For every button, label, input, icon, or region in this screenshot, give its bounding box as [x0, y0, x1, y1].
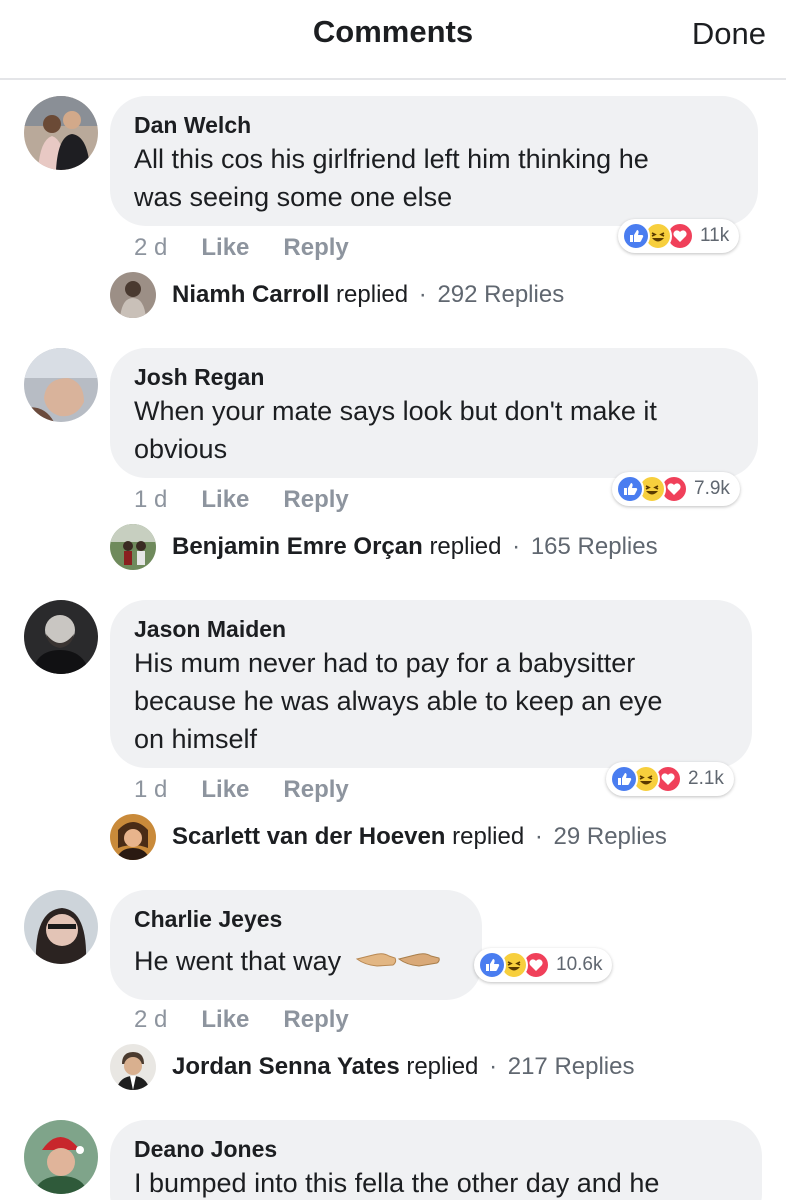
- comment-timestamp: 1 d: [134, 486, 168, 513]
- comment-bubble: Dan Welch All this cos his girlfriend le…: [110, 96, 758, 226]
- replies-count[interactable]: 29 Replies: [554, 823, 667, 850]
- comment-timestamp: 1 d: [134, 776, 168, 803]
- reply-author[interactable]: Scarlett van der Hoeven: [172, 823, 445, 850]
- thumbs-up-icon: [610, 765, 638, 793]
- avatar[interactable]: [24, 348, 98, 422]
- replies-summary: Jordan Senna Yates replied · 217 Replies: [172, 1053, 634, 1081]
- reply-verb: replied: [336, 281, 409, 308]
- replies-summary: Niamh Carroll replied · 292 Replies: [172, 281, 564, 309]
- reply-author[interactable]: Niamh Carroll: [172, 281, 329, 308]
- replies-count[interactable]: 165 Replies: [531, 533, 658, 560]
- comment-text: He went that way: [134, 942, 458, 982]
- reply-author[interactable]: Benjamin Emre Orçan: [172, 533, 423, 560]
- replies-preview[interactable]: Jordan Senna Yates replied · 217 Replies: [110, 1044, 634, 1090]
- comment-text: All this cos his girlfriend left him thi…: [134, 144, 649, 174]
- reply-verb: replied: [406, 1053, 479, 1080]
- thumbs-up-icon: [478, 951, 506, 979]
- avatar: [110, 272, 156, 318]
- comment-author[interactable]: Jason Maiden: [134, 614, 728, 644]
- comment-text: on himself: [134, 724, 258, 754]
- comment-author[interactable]: Josh Regan: [134, 362, 734, 392]
- comment-text-line: He went that way: [134, 946, 342, 976]
- replies-count[interactable]: 217 Replies: [508, 1053, 635, 1080]
- avatar[interactable]: [24, 1120, 98, 1194]
- comment-bubble: Charlie Jeyes He went that way: [110, 890, 482, 1000]
- reactions-count: 11k: [700, 225, 730, 246]
- replies-preview[interactable]: Scarlett van der Hoeven replied · 29 Rep…: [110, 814, 667, 860]
- avatar: [110, 1044, 156, 1090]
- done-button[interactable]: Done: [692, 16, 766, 52]
- comment-timestamp: 2 d: [134, 234, 168, 261]
- separator-dot: ·: [534, 823, 543, 850]
- comment-actions: 2 d Like Reply: [134, 234, 349, 262]
- reactions-summary[interactable]: 10.6k: [474, 948, 613, 982]
- pointing-hands-emoji: [355, 944, 441, 982]
- like-button[interactable]: Like: [201, 234, 249, 262]
- avatar: [110, 524, 156, 570]
- like-button[interactable]: Like: [201, 1006, 249, 1034]
- replies-count[interactable]: 292 Replies: [437, 281, 564, 308]
- replies-preview[interactable]: Benjamin Emre Orçan replied · 165 Replie…: [110, 524, 658, 570]
- reactions-count: 10.6k: [556, 954, 603, 975]
- comment-author[interactable]: Charlie Jeyes: [134, 904, 458, 934]
- page-title: Comments: [312, 14, 474, 49]
- thumbs-up-icon: [616, 475, 644, 503]
- reactions-summary[interactable]: 11k: [618, 219, 740, 253]
- reply-verb: replied: [452, 823, 525, 850]
- separator-dot: ·: [512, 533, 521, 560]
- comment-bubble: Jason Maiden His mum never had to pay fo…: [110, 600, 752, 768]
- reply-verb: replied: [429, 533, 502, 560]
- avatar[interactable]: [24, 96, 98, 170]
- avatar[interactable]: [24, 890, 98, 964]
- comment-actions: 1 d Like Reply: [134, 486, 349, 514]
- comment-author[interactable]: Dan Welch: [134, 110, 734, 140]
- reactions-count: 7.9k: [694, 478, 730, 499]
- reactions-count: 2.1k: [688, 768, 724, 789]
- comment-text: obvious: [134, 434, 228, 464]
- separator-dot: ·: [489, 1053, 498, 1080]
- replies-summary: Scarlett van der Hoeven replied · 29 Rep…: [172, 823, 667, 851]
- replies-preview[interactable]: Niamh Carroll replied · 292 Replies: [110, 272, 564, 318]
- like-button[interactable]: Like: [201, 486, 249, 514]
- like-button[interactable]: Like: [201, 776, 249, 804]
- comment-timestamp: 2 d: [134, 1006, 168, 1033]
- reactions-summary[interactable]: 7.9k: [612, 472, 740, 506]
- comment-text: because he was always able to keep an ey…: [134, 686, 663, 716]
- comment-text: His mum never had to pay for a babysitte…: [134, 648, 636, 678]
- comment-actions: 1 d Like Reply: [134, 776, 349, 804]
- avatar: [110, 814, 156, 860]
- comment-actions: 2 d Like Reply: [134, 1006, 349, 1034]
- comment-bubble: Deano Jones I bumped into this fella the…: [110, 1120, 762, 1200]
- reply-button[interactable]: Reply: [283, 776, 348, 804]
- comment-author[interactable]: Deano Jones: [134, 1134, 738, 1164]
- comment-bubble: Josh Regan When your mate says look but …: [110, 348, 758, 478]
- reply-button[interactable]: Reply: [283, 1006, 348, 1034]
- reply-button[interactable]: Reply: [283, 486, 348, 514]
- replies-summary: Benjamin Emre Orçan replied · 165 Replie…: [172, 533, 658, 561]
- reply-author[interactable]: Jordan Senna Yates: [172, 1053, 400, 1080]
- comment-text: When your mate says look but don't make …: [134, 396, 657, 426]
- comment-text: was seeing some one else: [134, 182, 453, 212]
- reply-button[interactable]: Reply: [283, 234, 348, 262]
- separator-dot: ·: [418, 281, 427, 308]
- comment-text: I bumped into this fella the other day a…: [134, 1168, 660, 1198]
- reactions-summary[interactable]: 2.1k: [606, 762, 734, 796]
- comments-header: Comments Done: [0, 0, 786, 80]
- avatar[interactable]: [24, 600, 98, 674]
- thumbs-up-icon: [622, 222, 650, 250]
